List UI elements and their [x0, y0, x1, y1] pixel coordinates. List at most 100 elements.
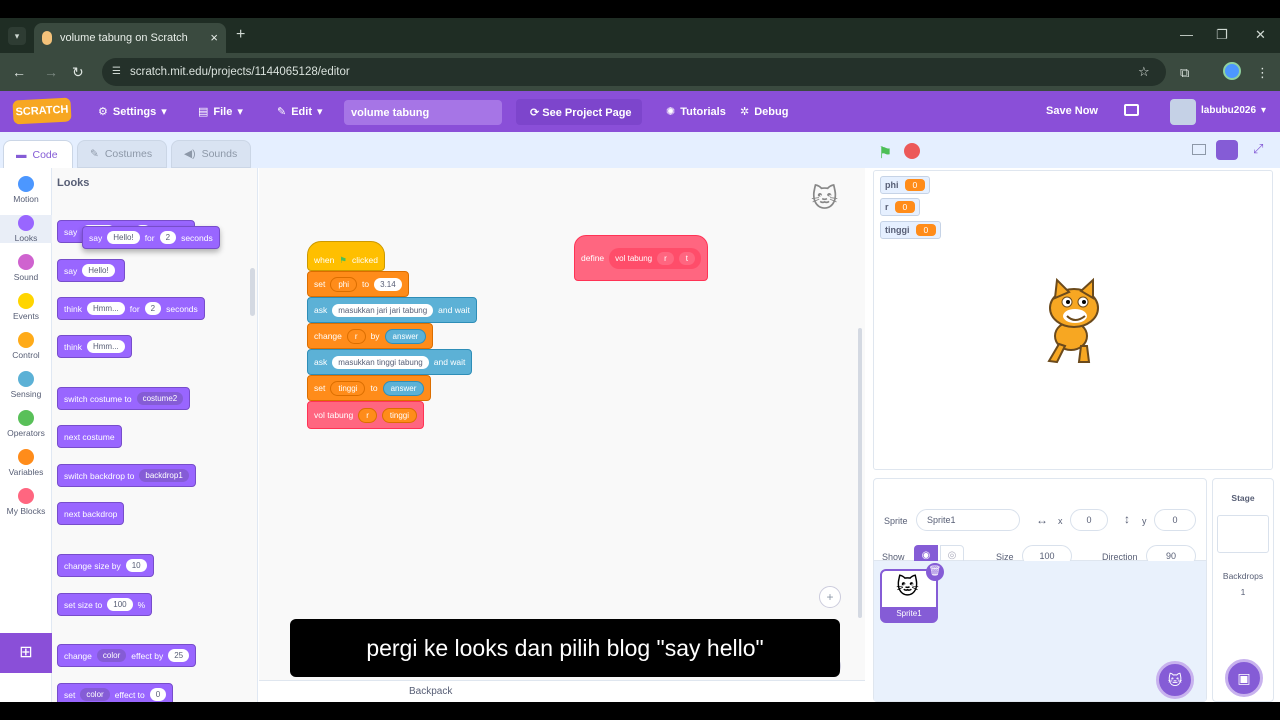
choose-sprite-button[interactable]: 🐱 — [1156, 661, 1194, 699]
blk-input[interactable]: 2 — [144, 302, 162, 315]
change-size-block[interactable]: change size by 10 — [57, 554, 154, 577]
define-vol-tabung-block[interactable]: define vol tabung r t — [574, 235, 708, 281]
blk-dropdown[interactable]: color — [96, 649, 127, 662]
category-operators[interactable]: Operators — [0, 410, 52, 438]
tab-close-icon[interactable]: × — [210, 30, 218, 45]
var-dropdown[interactable]: tinggi — [330, 380, 366, 396]
sprite-tile[interactable]: 🐱 Sprite1 🗑 — [880, 563, 944, 623]
stage-selector[interactable]: Stage Backdrops 1 ▣ — [1212, 478, 1274, 702]
category-sound[interactable]: Sound — [0, 254, 52, 282]
set-tinggi-block[interactable]: set tinggi to answer — [307, 375, 432, 401]
fullscreen-icon[interactable]: ⤢ — [1253, 141, 1263, 157]
think-block[interactable]: think Hmm... — [57, 335, 132, 358]
tab-costumes[interactable]: ✎ Costumes — [77, 140, 167, 168]
backpack[interactable]: Backpack — [259, 680, 865, 702]
y-input[interactable]: 0 — [1154, 509, 1196, 531]
menu-kebab-icon[interactable]: ⋮ — [1256, 65, 1269, 81]
change-effect-block[interactable]: change color effect by 25 — [57, 644, 197, 667]
delete-sprite-icon[interactable]: 🗑 — [926, 563, 944, 581]
dragged-say-for-block[interactable]: say Hello! for 2 seconds — [82, 226, 220, 249]
settings-menu[interactable]: ⚙ Settings ▾ — [98, 105, 167, 119]
bookmark-star-icon[interactable]: ☆ — [1138, 64, 1150, 80]
extensions-icon[interactable]: ⧉ — [1180, 65, 1189, 81]
green-flag-button[interactable]: ⚑ — [878, 143, 892, 163]
switch-costume-block[interactable]: switch costume to costume2 — [57, 387, 191, 410]
category-variables[interactable]: Variables — [0, 449, 52, 477]
browser-tab[interactable]: volume tabung on Scratch × — [34, 23, 226, 53]
say-block[interactable]: say Hello! — [57, 259, 125, 282]
scratch-cat-sprite[interactable] — [1029, 276, 1119, 366]
save-now-button[interactable]: Save Now — [1046, 105, 1098, 117]
blk-dropdown[interactable]: costume2 — [136, 392, 184, 405]
blk-input[interactable]: 3.14 — [374, 277, 402, 291]
tab-code[interactable]: ▬ Code — [3, 140, 73, 168]
new-tab-icon[interactable]: + — [236, 26, 245, 44]
file-menu[interactable]: ▤ File ▾ — [198, 105, 243, 119]
blk-input[interactable]: 10 — [125, 559, 147, 572]
when-flag-clicked-block[interactable]: when ⚑ clicked — [307, 241, 385, 271]
switch-backdrop-block[interactable]: switch backdrop to backdrop1 — [57, 464, 196, 487]
address-bar[interactable]: ☰ scratch.mit.edu/projects/1144065128/ed… — [102, 58, 1166, 86]
site-info-icon[interactable]: ☰ — [112, 66, 121, 77]
my-stuff-folder-icon[interactable] — [1124, 104, 1139, 116]
forward-icon[interactable]: → — [44, 64, 58, 80]
stage-thumbnail[interactable] — [1217, 515, 1269, 553]
param-r[interactable]: r — [657, 251, 674, 265]
change-r-block[interactable]: change r by answer — [307, 323, 434, 349]
param-t[interactable]: t — [678, 251, 695, 265]
blk-input[interactable]: Hello! — [107, 231, 140, 244]
blk-input[interactable]: 100 — [107, 598, 133, 611]
normal-stage-icon[interactable] — [1216, 140, 1238, 160]
arg-reporter[interactable]: r — [358, 407, 377, 423]
tutorials-button[interactable]: ✺ Tutorials — [666, 105, 726, 119]
answer-reporter[interactable]: answer — [382, 380, 425, 396]
palette-scrollbar[interactable] — [250, 268, 255, 316]
profile-avatar[interactable] — [1223, 62, 1241, 80]
edit-menu[interactable]: ✎ Edit ▾ — [277, 105, 323, 119]
answer-reporter[interactable]: answer — [384, 328, 427, 344]
sprite-name-input[interactable]: Sprite1 — [916, 509, 1020, 531]
blk-input[interactable]: masukkan tinggi tabung — [332, 355, 429, 369]
ask-radius-block[interactable]: ask masukkan jari jari tabung and wait — [307, 297, 477, 323]
set-size-block[interactable]: set size to 100% — [57, 593, 153, 616]
script-scrollbar[interactable] — [858, 328, 862, 618]
define-prototype[interactable]: vol tabung r t — [609, 247, 701, 269]
blk-input[interactable]: 0 — [149, 688, 167, 701]
var-dropdown[interactable]: phi — [330, 276, 358, 292]
debug-button[interactable]: ✲ Debug — [740, 105, 788, 119]
choose-backdrop-button[interactable]: ▣ — [1225, 659, 1263, 697]
blk-input[interactable]: Hello! — [82, 264, 115, 277]
project-title-input[interactable]: volume tabung — [344, 100, 502, 125]
x-input[interactable]: 0 — [1070, 509, 1108, 531]
back-icon[interactable]: ← — [12, 64, 26, 80]
category-control[interactable]: Control — [0, 332, 52, 360]
stage-canvas[interactable]: phi 0 r0 tinggi 0 — [873, 170, 1273, 470]
var-dropdown[interactable]: r — [346, 328, 366, 344]
blk-input[interactable]: 2 — [159, 231, 177, 244]
minimize-icon[interactable]: — — [1180, 27, 1193, 42]
add-extension-button[interactable]: ⊞ — [0, 633, 52, 673]
ask-height-block[interactable]: ask masukkan tinggi tabung and wait — [307, 349, 473, 375]
category-events[interactable]: Events — [0, 293, 52, 321]
think-for-block[interactable]: think Hmm... for 2 seconds — [57, 297, 205, 320]
account-menu[interactable]: labubu2026 ▾ — [1201, 105, 1266, 116]
stop-button[interactable] — [904, 143, 920, 159]
tab-search-icon[interactable]: ▾ — [8, 27, 26, 45]
arg-reporter[interactable]: tinggi — [381, 407, 418, 423]
blk-input[interactable]: Hmm... — [86, 340, 125, 353]
blk-input[interactable]: Hmm... — [86, 302, 125, 315]
blk-dropdown[interactable]: backdrop1 — [139, 469, 189, 482]
zoom-in-icon[interactable]: + — [819, 586, 841, 608]
set-phi-block[interactable]: set phi to 3.14 — [307, 271, 409, 297]
blk-dropdown[interactable]: color — [80, 688, 110, 701]
category-looks[interactable]: Looks — [0, 215, 52, 243]
scratch-logo[interactable]: SCRATCH — [12, 97, 72, 125]
category-motion[interactable]: Motion — [0, 176, 52, 204]
blk-input[interactable]: masukkan jari jari tabung — [332, 303, 434, 317]
call-vol-tabung-block[interactable]: vol tabung r tinggi — [307, 401, 425, 429]
reload-icon[interactable]: ↻ — [72, 64, 84, 81]
next-backdrop-block[interactable]: next backdrop — [57, 502, 125, 525]
user-avatar[interactable] — [1170, 99, 1196, 125]
see-project-page-button[interactable]: ⟳ See Project Page — [516, 99, 642, 125]
small-stage-icon[interactable] — [1192, 144, 1206, 155]
